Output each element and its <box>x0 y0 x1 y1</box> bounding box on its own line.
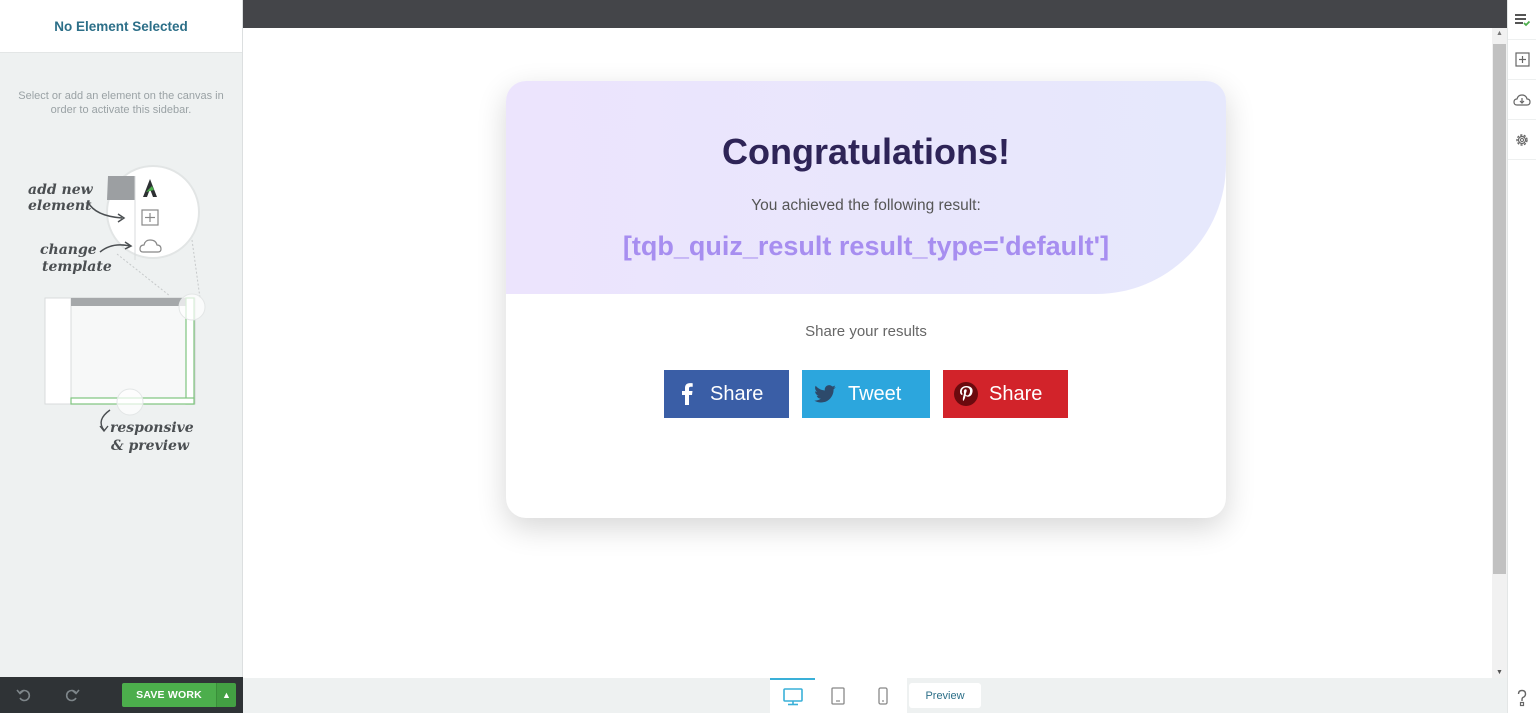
preview-button[interactable]: Preview <box>909 683 981 708</box>
quiz-result-shortcode: [tqb_quiz_result result_type='default'] <box>622 231 1110 261</box>
card-title: Congratulations! <box>722 131 1010 172</box>
facebook-icon <box>664 383 710 405</box>
save-group: SAVE WORK ▲ <box>122 683 236 707</box>
twitter-icon <box>802 385 848 403</box>
left-sidebar: No Element Selected Select or add an ele… <box>0 0 243 713</box>
mobile-view-button[interactable] <box>860 678 905 713</box>
sidebar-header: No Element Selected <box>0 0 242 53</box>
undo-button[interactable] <box>0 677 48 713</box>
add-element-button[interactable] <box>1508 40 1536 80</box>
tablet-icon <box>830 686 845 705</box>
cloud-template-button[interactable] <box>1508 80 1536 120</box>
help-button[interactable] <box>1508 689 1536 707</box>
illustration-label-change-1: change <box>40 242 97 258</box>
scrollbar-thumb[interactable] <box>1493 44 1506 574</box>
illustration-label-change-2: template <box>42 259 112 275</box>
add-element-icon <box>1514 52 1530 67</box>
canvas-top-bar <box>243 0 1507 28</box>
mobile-icon <box>877 686 888 705</box>
element-list-icon <box>1515 13 1530 26</box>
sidebar-bottom-bar: SAVE WORK ▲ <box>0 677 243 713</box>
pinterest-icon <box>943 382 989 406</box>
canvas-scrollbar[interactable]: ▲ ▼ <box>1492 28 1507 678</box>
illustration-label-add-1: add new <box>28 182 94 198</box>
twitter-share-label: Tweet <box>848 382 902 405</box>
element-list-button[interactable] <box>1508 0 1536 40</box>
chevron-up-icon: ▲ <box>222 690 231 700</box>
card-subtitle: You achieved the following result: <box>751 197 981 214</box>
illustration-label-add-2: element <box>28 198 92 214</box>
help-icon <box>1517 689 1527 707</box>
tablet-view-button[interactable] <box>815 678 860 713</box>
redo-button[interactable] <box>48 677 96 713</box>
pinterest-share-button[interactable]: Share <box>943 370 1068 418</box>
right-toolbar <box>1507 0 1536 713</box>
result-card-hero <box>506 81 1226 294</box>
facebook-share-label: Share <box>710 382 764 405</box>
device-switcher <box>770 678 907 713</box>
editor-canvas[interactable]: Congratulations! You achieved the follow… <box>243 28 1492 678</box>
sidebar-help-text: Select or add an element on the canvas i… <box>18 90 224 116</box>
sidebar-title: No Element Selected <box>54 18 188 34</box>
desktop-icon <box>782 687 803 705</box>
facebook-share-button[interactable]: Share <box>664 370 789 418</box>
cloud-template-icon <box>1513 93 1531 106</box>
canvas-bottom-bar: Preview <box>243 678 1507 713</box>
share-buttons: Share Tweet Share <box>664 370 1068 418</box>
settings-button[interactable] <box>1508 120 1536 160</box>
sidebar-illustration: add new element change template responsi… <box>28 165 206 454</box>
pinterest-share-label: Share <box>989 382 1043 405</box>
illustration-label-responsive-2: & preview <box>111 438 190 454</box>
result-card[interactable]: Congratulations! You achieved the follow… <box>506 81 1226 518</box>
redo-icon <box>65 689 80 702</box>
twitter-share-button[interactable]: Tweet <box>802 370 930 418</box>
undo-icon <box>16 689 31 702</box>
save-options-button[interactable]: ▲ <box>216 683 236 707</box>
scroll-down-arrow-icon[interactable]: ▼ <box>1492 669 1507 676</box>
settings-gear-icon <box>1516 133 1528 146</box>
save-work-button[interactable]: SAVE WORK <box>122 683 216 707</box>
illustration-label-responsive-1: responsive <box>110 420 194 436</box>
scroll-up-arrow-icon[interactable]: ▲ <box>1492 30 1507 37</box>
share-heading: Share your results <box>805 323 927 340</box>
desktop-view-button[interactable] <box>770 678 815 713</box>
